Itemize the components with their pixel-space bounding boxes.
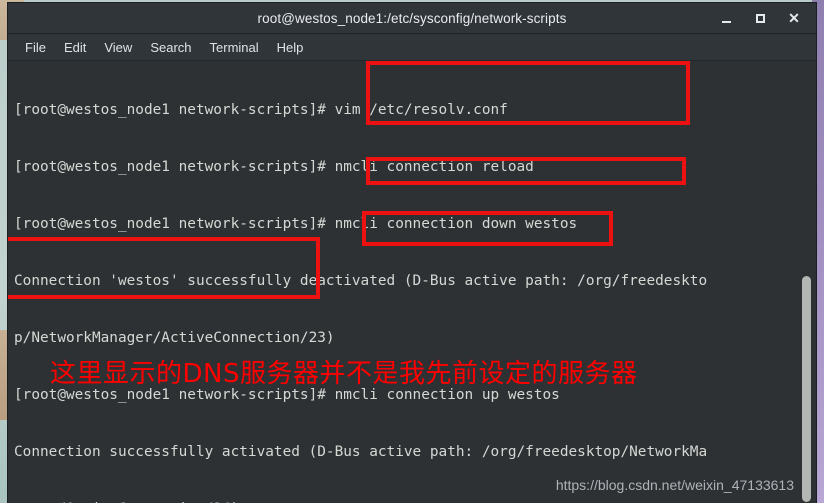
annotation-caption: 这里显示的DNS服务器并不是我先前设定的服务器 (50, 359, 638, 389)
menu-item-terminal[interactable]: Terminal (201, 38, 268, 57)
terminal-line: [root@westos_node1 network-scripts]# nmc… (14, 216, 578, 232)
menu-item-file[interactable]: File (16, 38, 55, 57)
window-controls: ✕ (718, 3, 810, 33)
maximize-button[interactable] (752, 10, 768, 26)
minimize-button[interactable] (718, 10, 734, 26)
window-title: root@westos_node1:/etc/sysconfig/network… (257, 10, 567, 26)
terminal-line: [root@westos_node1 network-scripts]# vim… (14, 102, 508, 118)
watermark-text: https://blog.csdn.net/weixin_47133613 (555, 477, 794, 493)
terminal-output: [root@westos_node1 network-scripts]# vim… (14, 63, 816, 503)
close-icon: ✕ (788, 10, 800, 26)
menu-item-help[interactable]: Help (268, 38, 313, 57)
menu-item-search[interactable]: Search (141, 38, 200, 57)
maximize-icon (755, 13, 765, 23)
terminal-window: root@westos_node1:/etc/sysconfig/network… (8, 3, 816, 503)
minimize-icon (721, 20, 731, 23)
terminal-line: p/NetworkManager/ActiveConnection/23) (14, 330, 335, 346)
terminal-scrollbar[interactable] (800, 61, 814, 503)
menu-item-edit[interactable]: Edit (55, 38, 95, 57)
terminal-line: Connection successfully activated (D-Bus… (14, 444, 708, 460)
terminal-scrollbar-thumb[interactable] (802, 276, 811, 502)
menu-item-view[interactable]: View (95, 38, 141, 57)
terminal-line: Connection 'westos' successfully deactiv… (14, 273, 708, 289)
window-titlebar: root@westos_node1:/etc/sysconfig/network… (8, 3, 816, 34)
terminal-screen[interactable]: [root@westos_node1 network-scripts]# vim… (8, 61, 816, 503)
terminal-line: [root@westos_node1 network-scripts]# nmc… (14, 159, 534, 175)
close-button[interactable]: ✕ (786, 10, 802, 26)
menu-bar: File Edit View Search Terminal Help (8, 34, 816, 61)
